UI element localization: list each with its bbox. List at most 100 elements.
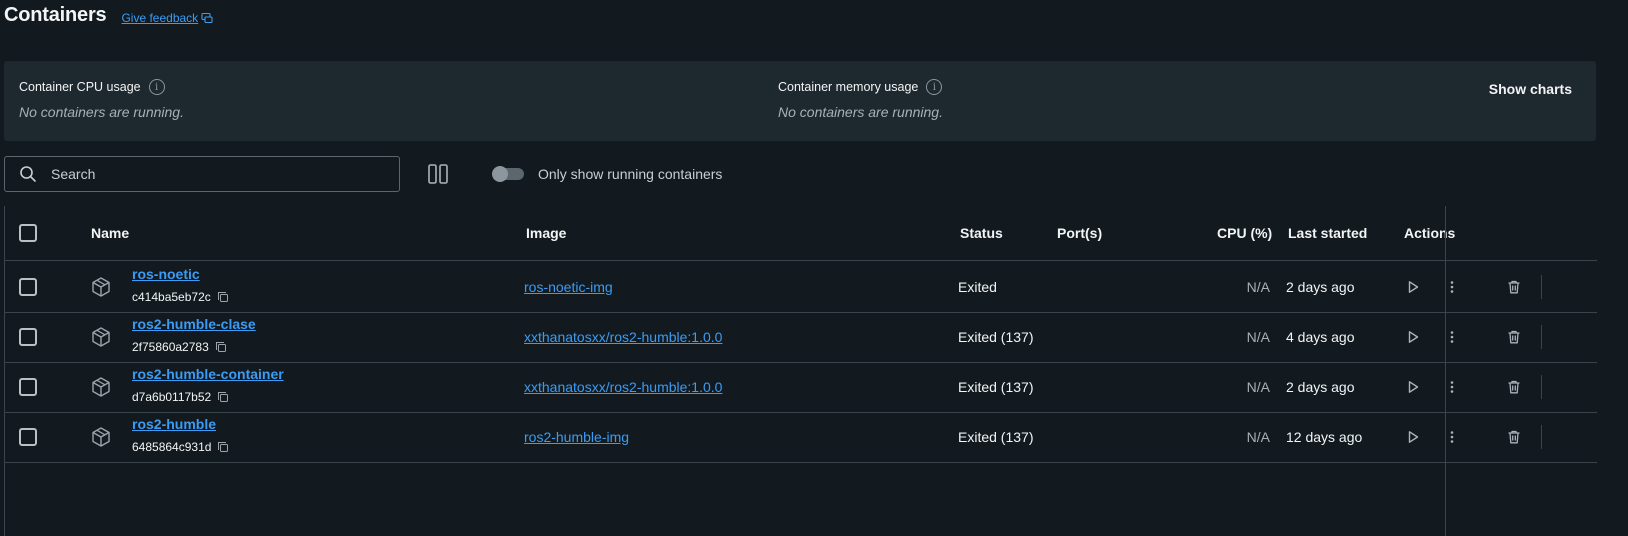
select-all-checkbox[interactable] <box>19 224 37 242</box>
row-checkbox[interactable] <box>19 377 37 396</box>
give-feedback-label: Give feedback <box>121 10 199 25</box>
more-actions-button[interactable] <box>1441 261 1463 312</box>
column-header-ports[interactable]: Port(s) <box>1057 206 1102 260</box>
last-started-text: 4 days ago <box>1286 328 1355 345</box>
status-text: Exited (137) <box>958 428 1034 445</box>
play-icon <box>1408 380 1419 393</box>
start-button[interactable] <box>1402 261 1424 312</box>
search-icon <box>20 166 36 182</box>
container-name-link[interactable]: ros2-humble-container <box>132 366 284 383</box>
more-vertical-icon <box>1450 380 1454 393</box>
container-icon-cell <box>90 261 112 312</box>
actions-divider <box>1541 375 1542 399</box>
more-actions-button[interactable] <box>1441 361 1463 412</box>
container-name-link[interactable]: ros2-humble <box>132 416 229 433</box>
status-text: Exited (137) <box>958 328 1034 345</box>
image-cell: xxthanatosxx/ros2-humble:1.0.0 <box>524 361 722 412</box>
running-toggle-switch[interactable] <box>492 166 524 182</box>
table-row[interactable]: ros-noetic c414ba5eb72c ros-noetic-img E… <box>5 261 1597 313</box>
delete-button[interactable] <box>1503 261 1525 312</box>
container-id-text: 2f75860a2783 <box>132 340 209 354</box>
delete-button[interactable] <box>1503 311 1525 362</box>
column-header-status[interactable]: Status <box>960 206 1003 260</box>
actions-divider <box>1541 425 1542 449</box>
search-box[interactable] <box>4 156 400 192</box>
running-toggle-label: Only show running containers <box>538 166 723 182</box>
memory-info-icon[interactable]: i <box>926 79 943 95</box>
container-id: 2f75860a2783 <box>132 340 256 354</box>
usage-panel: Container CPU usage i No containers are … <box>4 61 1596 141</box>
container-cube-icon <box>92 426 110 447</box>
copy-icon[interactable] <box>217 441 229 453</box>
trash-icon <box>1508 430 1520 443</box>
table-row[interactable]: ros2-humble 6485864c931d ros2-humble-img… <box>5 411 1597 463</box>
container-id-text: d7a6b0117b52 <box>132 390 212 404</box>
delete-button[interactable] <box>1503 411 1525 462</box>
image-cell: xxthanatosxx/ros2-humble:1.0.0 <box>524 311 722 362</box>
container-name-block: ros2-humble-container d7a6b0117b52 <box>132 366 284 404</box>
toolbar: Only show running containers <box>4 155 722 193</box>
containers-table: Name Image Status Port(s) CPU (%) Last s… <box>4 206 1597 536</box>
search-input[interactable] <box>49 165 373 183</box>
container-id: c414ba5eb72c <box>132 290 229 304</box>
column-header-last-started[interactable]: Last started <box>1288 206 1367 260</box>
start-button[interactable] <box>1402 361 1424 412</box>
more-actions-button[interactable] <box>1441 311 1463 362</box>
copy-icon[interactable] <box>215 341 227 353</box>
row-select-cell <box>19 411 37 462</box>
copy-icon[interactable] <box>217 391 229 403</box>
start-button[interactable] <box>1402 311 1424 362</box>
container-name-block: ros-noetic c414ba5eb72c <box>132 266 229 304</box>
row-checkbox[interactable] <box>19 277 37 296</box>
cpu-text: N/A <box>1246 328 1270 345</box>
image-link[interactable]: ros2-humble-img <box>524 429 629 445</box>
container-id: 6485864c931d <box>132 440 229 454</box>
cpu-usage-label: Container CPU usage <box>19 80 141 94</box>
table-header: Name Image Status Port(s) CPU (%) Last s… <box>5 206 1597 261</box>
column-header-actions: Actions <box>1404 225 1456 241</box>
container-id-text: 6485864c931d <box>132 440 212 454</box>
table-row[interactable]: ros2-humble-container d7a6b0117b52 xxtha… <box>5 361 1597 413</box>
columns-toggle-button[interactable] <box>426 162 450 186</box>
row-checkbox[interactable] <box>19 427 37 446</box>
container-name-link[interactable]: ros2-humble-clase <box>132 316 256 333</box>
container-cube-icon <box>92 276 110 297</box>
status-text: Exited <box>958 278 997 295</box>
status-text: Exited (137) <box>958 378 1034 395</box>
start-button[interactable] <box>1402 411 1424 462</box>
play-icon <box>1408 280 1419 293</box>
column-header-name[interactable]: Name <box>91 206 129 260</box>
container-icon-cell <box>90 311 112 362</box>
delete-button[interactable] <box>1503 361 1525 412</box>
cpu-usage-section: Container CPU usage i No containers are … <box>19 79 184 120</box>
cpu-text: N/A <box>1246 378 1270 395</box>
show-charts-button[interactable]: Show charts <box>1489 81 1572 97</box>
row-select-cell <box>19 361 37 412</box>
container-name-link[interactable]: ros-noetic <box>132 266 229 283</box>
cpu-info-icon[interactable]: i <box>148 79 165 95</box>
give-feedback-link[interactable]: Give feedback <box>121 11 213 25</box>
memory-usage-message: No containers are running. <box>778 104 943 120</box>
play-icon <box>1408 330 1419 343</box>
image-link[interactable]: xxthanatosxx/ros2-humble:1.0.0 <box>524 379 722 395</box>
running-filter[interactable]: Only show running containers <box>492 166 723 182</box>
container-cube-icon <box>92 376 110 397</box>
feedback-icon <box>201 12 213 23</box>
image-link[interactable]: ros-noetic-img <box>524 279 613 295</box>
container-id: d7a6b0117b52 <box>132 390 284 404</box>
select-all-cell <box>19 206 37 260</box>
columns-icon <box>428 164 448 184</box>
column-header-image[interactable]: Image <box>526 206 566 260</box>
row-select-cell <box>19 311 37 362</box>
more-actions-button[interactable] <box>1441 411 1463 462</box>
table-row[interactable]: ros2-humble-clase 2f75860a2783 xxthanato… <box>5 311 1597 363</box>
trash-icon <box>1508 380 1520 393</box>
row-checkbox[interactable] <box>19 327 37 346</box>
copy-icon[interactable] <box>217 291 229 303</box>
image-link[interactable]: xxthanatosxx/ros2-humble:1.0.0 <box>524 329 722 345</box>
image-cell: ros2-humble-img <box>524 411 629 462</box>
column-header-cpu[interactable]: CPU (%) <box>1217 206 1272 260</box>
container-cube-icon <box>92 326 110 347</box>
more-vertical-icon <box>1450 330 1454 343</box>
more-vertical-icon <box>1450 430 1454 443</box>
